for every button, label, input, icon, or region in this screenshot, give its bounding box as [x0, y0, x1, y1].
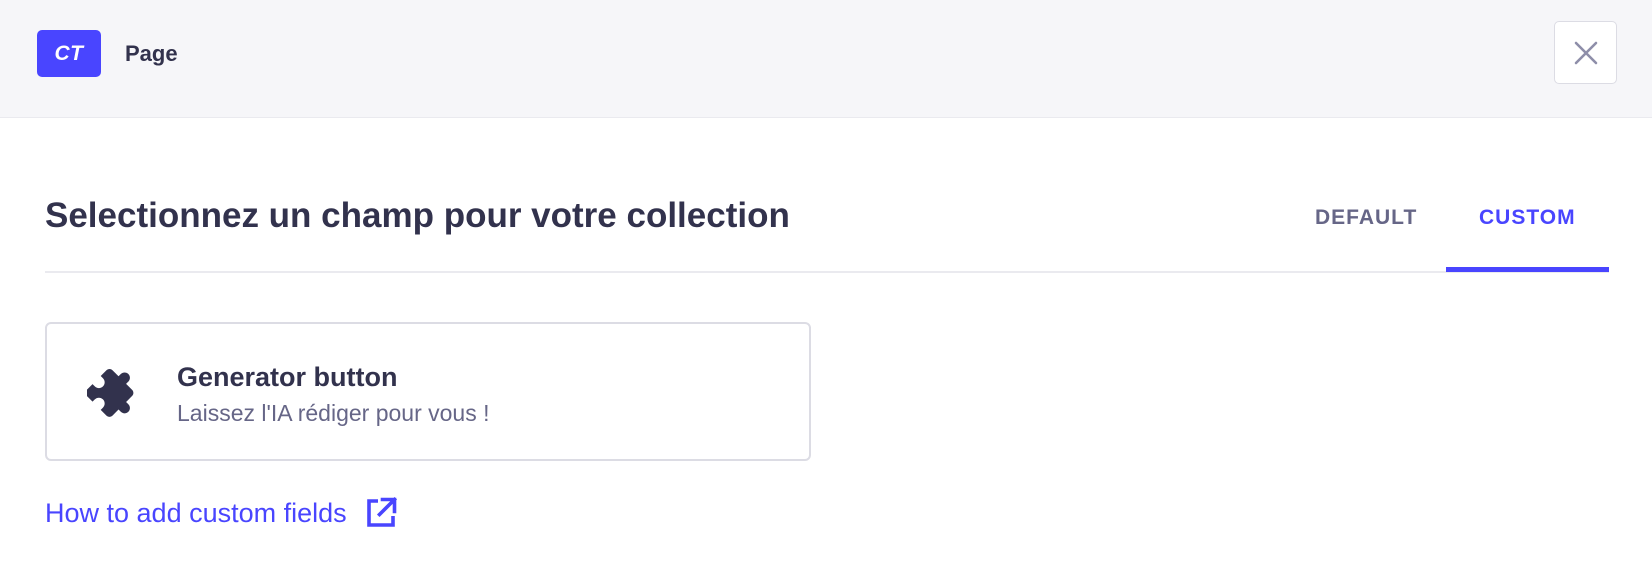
content-type-badge: CT	[37, 30, 101, 77]
external-link-icon	[366, 496, 397, 527]
custom-field-card-generator-button[interactable]: Generator button Laissez l'IA rédiger po…	[45, 322, 811, 461]
tab-custom[interactable]: CUSTOM	[1479, 206, 1576, 230]
puzzle-icon	[87, 368, 134, 417]
how-to-add-custom-fields-link[interactable]: How to add custom fields	[45, 495, 399, 531]
help-link-label: How to add custom fields	[45, 497, 347, 528]
modal-title: Selectionnez un champ pour votre collect…	[45, 196, 790, 235]
content-type-name: Page	[125, 41, 178, 66]
custom-field-name: Generator button	[177, 362, 398, 392]
custom-field-description: Laissez l'IA rédiger pour vous !	[177, 400, 490, 426]
tabs-divider	[45, 271, 1609, 273]
tab-default[interactable]: DEFAULT	[1315, 206, 1417, 230]
active-tab-indicator	[1446, 267, 1609, 272]
modal-header: CT Page	[0, 0, 1652, 118]
close-button[interactable]	[1554, 21, 1617, 84]
close-icon	[1574, 41, 1597, 64]
